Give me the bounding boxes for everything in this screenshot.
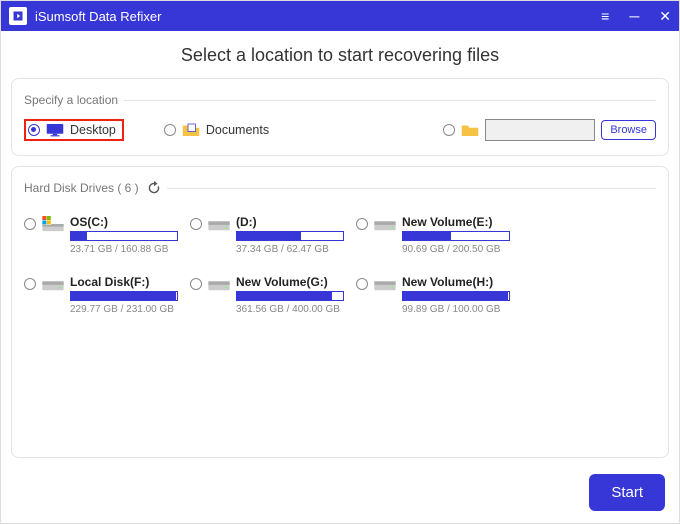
drive-radio[interactable]	[190, 218, 202, 230]
documents-label: Documents	[206, 123, 269, 137]
drive-option[interactable]: New Volume(H:) 99.89 GB / 100.00 GB	[356, 275, 510, 315]
drive-radio[interactable]	[190, 278, 202, 290]
os-drive-icon	[42, 216, 64, 232]
drive-size: 37.34 GB / 62.47 GB	[236, 244, 344, 255]
start-button[interactable]: Start	[589, 474, 665, 511]
desktop-radio[interactable]	[28, 124, 40, 136]
app-title: iSumsoft Data Refixer	[35, 9, 601, 24]
drive-size: 90.69 GB / 200.50 GB	[402, 244, 510, 255]
drive-icon	[208, 276, 230, 292]
drive-icon	[42, 276, 64, 292]
drive-icon	[374, 216, 396, 232]
minimize-button[interactable]: ─	[629, 8, 639, 25]
drive-option[interactable]: New Volume(G:) 361.56 GB / 400.00 GB	[190, 275, 344, 315]
drive-radio[interactable]	[24, 218, 36, 230]
drive-usage-bar	[236, 291, 344, 301]
menu-button[interactable]: ≡	[601, 8, 609, 25]
drive-usage-bar	[70, 231, 178, 241]
drive-name: New Volume(E:)	[402, 215, 510, 229]
drive-icon	[374, 276, 396, 292]
title-bar: iSumsoft Data Refixer ≡ ─ ✕	[1, 1, 679, 31]
drive-size: 361.56 GB / 400.00 GB	[236, 304, 344, 315]
drive-size: 99.89 GB / 100.00 GB	[402, 304, 510, 315]
drive-name: Local Disk(F:)	[70, 275, 178, 289]
drives-legend-text: Hard Disk Drives ( 6 )	[24, 181, 139, 195]
drive-usage-bar	[70, 291, 178, 301]
close-button[interactable]: ✕	[659, 8, 671, 25]
drive-size: 23.71 GB / 160.88 GB	[70, 244, 178, 255]
specify-legend: Specify a location	[24, 93, 124, 107]
drive-option[interactable]: Local Disk(F:) 229.77 GB / 231.00 GB	[24, 275, 178, 315]
drive-option[interactable]: (D:) 37.34 GB / 62.47 GB	[190, 215, 344, 255]
documents-option[interactable]: Documents	[164, 123, 269, 137]
drive-name: New Volume(H:)	[402, 275, 510, 289]
drive-size: 229.77 GB / 231.00 GB	[70, 304, 178, 315]
drive-option[interactable]: New Volume(E:) 90.69 GB / 200.50 GB	[356, 215, 510, 255]
monitor-icon	[46, 123, 64, 137]
desktop-option[interactable]: Desktop	[28, 123, 116, 137]
drives-legend: Hard Disk Drives ( 6 )	[24, 181, 167, 195]
drive-radio[interactable]	[356, 218, 368, 230]
documents-radio[interactable]	[164, 124, 176, 136]
drive-name: New Volume(G:)	[236, 275, 344, 289]
drive-radio[interactable]	[24, 278, 36, 290]
desktop-label: Desktop	[70, 123, 116, 137]
desktop-option-highlight: Desktop	[24, 119, 124, 141]
browse-button[interactable]: Browse	[601, 120, 656, 140]
browse-option[interactable]: Browse	[443, 119, 656, 141]
page-heading: Select a location to start recovering fi…	[1, 45, 679, 66]
refresh-icon[interactable]	[147, 181, 161, 195]
window-controls: ≡ ─ ✕	[601, 8, 671, 25]
drive-usage-bar	[402, 231, 510, 241]
browse-radio[interactable]	[443, 124, 455, 136]
drive-usage-bar	[236, 231, 344, 241]
drives-grid: OS(C:) 23.71 GB / 160.88 GB (D:) 37.34 GB /…	[24, 207, 656, 335]
drive-name: OS(C:)	[70, 215, 178, 229]
drives-card: Hard Disk Drives ( 6 ) OS(C:) 23.71 GB / …	[11, 166, 669, 458]
drive-radio[interactable]	[356, 278, 368, 290]
specify-location-card: Specify a location Desktop Documents Bro…	[11, 78, 669, 156]
drive-option[interactable]: OS(C:) 23.71 GB / 160.88 GB	[24, 215, 178, 255]
app-logo-icon	[9, 7, 27, 25]
drive-name: (D:)	[236, 215, 344, 229]
drive-usage-bar	[402, 291, 510, 301]
browse-folder-icon	[461, 123, 479, 137]
browse-path-input[interactable]	[485, 119, 595, 141]
drive-icon	[208, 216, 230, 232]
documents-folder-icon	[182, 123, 200, 137]
